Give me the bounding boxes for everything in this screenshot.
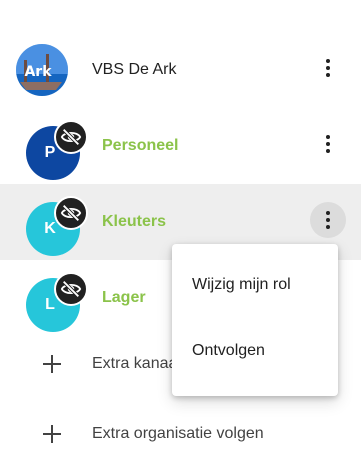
eye-off-icon [54,196,88,230]
org-logo: Ark [16,44,68,96]
org-logo-text: Ark [24,64,52,80]
eye-off-icon [54,120,88,154]
org-more-button[interactable] [310,50,346,86]
group-name: Personeel [102,137,179,154]
org-name: VBS De Ark [92,61,177,78]
context-menu: Wijzig mijn rol Ontvolgen [172,244,338,396]
add-organization-button[interactable]: Extra organisatie volgen [0,414,361,454]
group-more-button[interactable] [310,202,346,238]
org-row[interactable]: Ark VBS De Ark [0,32,361,108]
group-row-personeel[interactable]: P Personeel [0,108,361,184]
group-name: Lager [102,289,146,306]
group-name: Kleuters [102,213,167,230]
plus-icon [40,422,64,446]
menu-item-unfollow[interactable]: Ontvolgen [172,318,338,384]
group-more-button[interactable] [310,126,346,162]
more-vert-icon [326,135,330,139]
menu-item-change-role[interactable]: Wijzig mijn rol [172,252,338,318]
add-organization-label: Extra organisatie volgen [92,425,264,442]
more-vert-icon [326,211,330,215]
more-vert-icon [326,59,330,63]
plus-icon [40,352,64,376]
eye-off-icon [54,272,88,306]
